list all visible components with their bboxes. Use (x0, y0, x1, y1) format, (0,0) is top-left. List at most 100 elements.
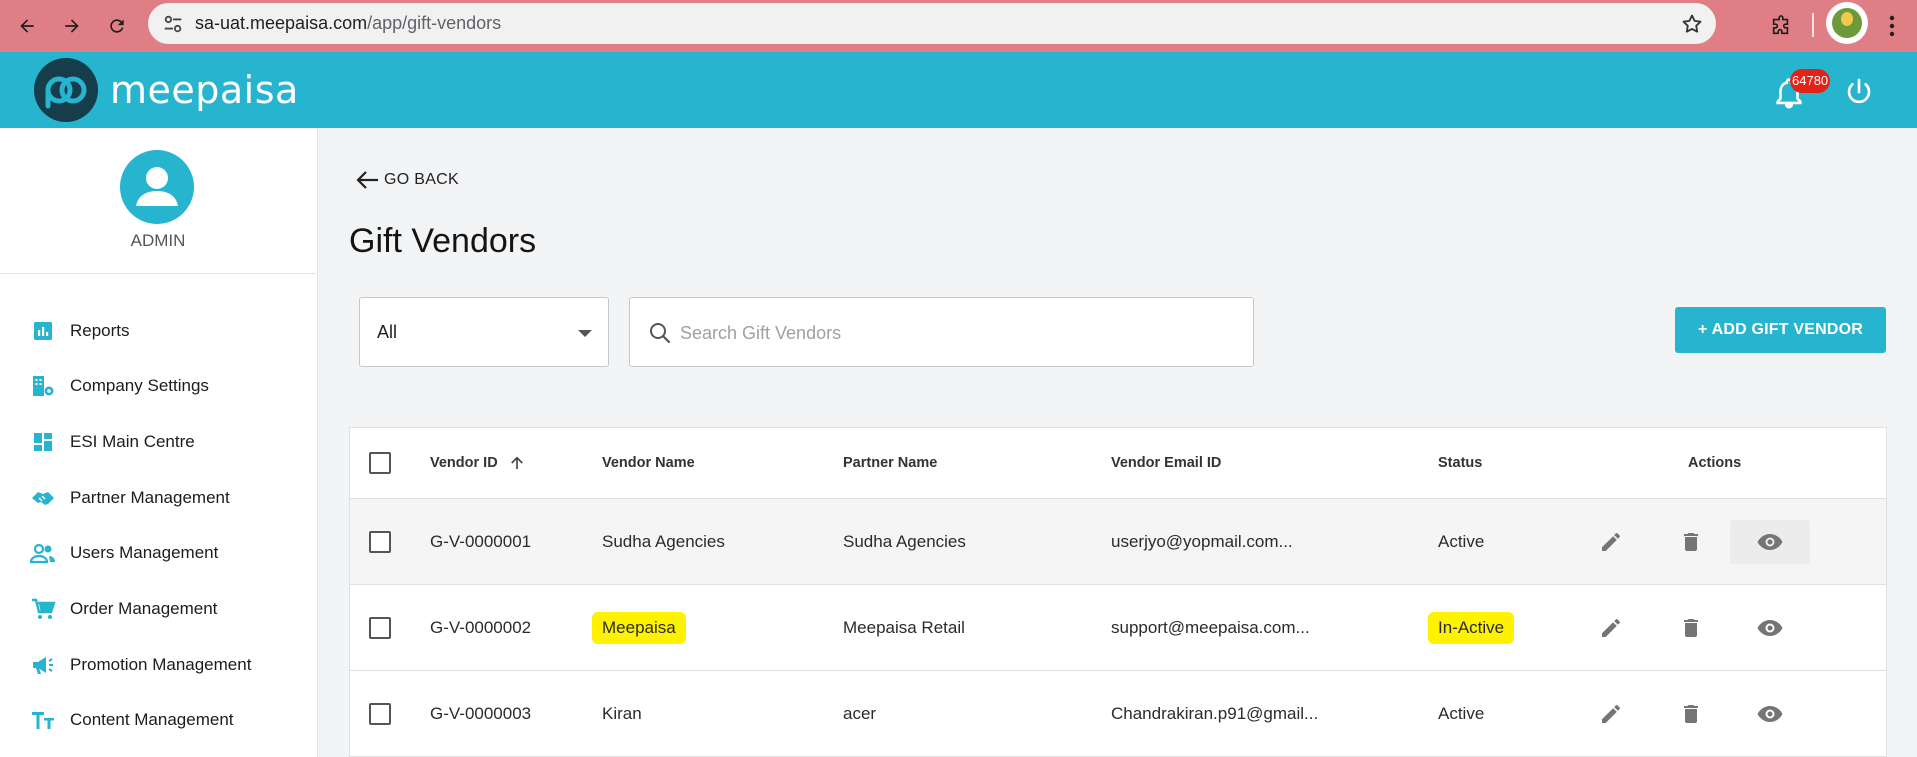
notification-badge[interactable]: 64780 (1790, 69, 1831, 93)
table-row[interactable]: G-V-0000003 Kiran acer Chandrakiran.p91@… (350, 671, 1886, 757)
table-row[interactable]: G-V-0000001 Sudha Agencies Sudha Agencie… (350, 499, 1886, 585)
sidebar-item-label: Promotion Management (70, 655, 252, 674)
power-icon[interactable] (1843, 76, 1875, 108)
url-path: /app/gift-vendors (367, 13, 502, 33)
address-bar[interactable]: sa-uat.meepaisa.com/app/gift-vendors (148, 3, 1716, 44)
view-eye-icon[interactable] (1730, 520, 1810, 564)
url-host: sa-uat.meepaisa.com (195, 13, 368, 33)
profile-picture (1832, 8, 1862, 38)
status-filter-select[interactable]: All (359, 297, 609, 367)
search-field[interactable] (629, 297, 1254, 367)
view-eye-icon[interactable] (1748, 692, 1792, 736)
row-checkbox[interactable] (369, 530, 391, 553)
column-header-status[interactable]: Status (1438, 428, 1482, 498)
sidebar-item-label: Company Settings (70, 376, 209, 395)
vendor-email-cell: userjyo@yopmail.com... (1111, 531, 1293, 551)
sidebar-item-label: Partner Management (70, 488, 230, 507)
app-header: meepaisa 64780 (0, 52, 1917, 128)
cart-icon (28, 594, 58, 624)
row-select-cell (369, 499, 391, 584)
sidebar-item-label: Users Management (70, 543, 219, 562)
delete-trash-icon[interactable] (1669, 606, 1713, 650)
column-label: Vendor ID (430, 455, 498, 471)
browser-menu-icon[interactable] (1880, 9, 1904, 43)
column-label: Vendor Name (602, 455, 695, 471)
sidebar: ADMIN Reports Company Settings ESI Main … (0, 128, 318, 757)
url-text: sa-uat.meepaisa.com/app/gift-vendors (195, 3, 501, 44)
dashboard-grid-icon (28, 427, 58, 457)
table-row[interactable]: G-V-0000002 Meepaisa Meepaisa Retail sup… (350, 585, 1886, 671)
bookmark-star-icon[interactable] (1680, 12, 1704, 36)
column-header-vendor-id[interactable]: Vendor ID (430, 428, 526, 498)
sidebar-item-label: Content Management (70, 710, 234, 729)
search-input[interactable] (680, 316, 1230, 350)
vendor-email-cell: Chandrakiran.p91@gmail... (1111, 703, 1319, 723)
sort-ascending-icon[interactable] (508, 454, 526, 472)
row-checkbox[interactable] (369, 702, 391, 725)
users-icon (28, 538, 58, 568)
status-cell: In-Active (1428, 585, 1515, 670)
row-select-cell (369, 671, 391, 756)
back-arrow-icon[interactable] (10, 9, 44, 43)
column-header-vendor-name[interactable]: Vendor Name (602, 428, 695, 498)
view-eye-icon[interactable] (1748, 606, 1792, 650)
vendors-table: Vendor ID Vendor Name Partner Name Vendo… (349, 427, 1887, 757)
go-back-button[interactable]: GO BACK (356, 170, 459, 190)
forward-arrow-icon[interactable] (55, 9, 89, 43)
sidebar-item-esi-main-centre[interactable]: ESI Main Centre (28, 426, 195, 458)
edit-pencil-icon[interactable] (1589, 520, 1633, 564)
sidebar-item-label: Order Management (70, 599, 218, 618)
partner-name-cell: Meepaisa Retail (843, 617, 965, 637)
vendor-id-cell: G-V-0000001 (430, 531, 532, 551)
highlighted-vendor-name: Meepaisa (592, 611, 686, 644)
vendor-id-cell: G-V-0000002 (430, 617, 532, 637)
highlighted-status: In-Active (1428, 611, 1515, 644)
chevron-down-icon (578, 330, 592, 337)
column-header-actions: Actions (1688, 428, 1741, 498)
sidebar-item-content-management[interactable]: Content Management (28, 704, 234, 736)
edit-pencil-icon[interactable] (1589, 606, 1633, 650)
toolbar-divider (1812, 13, 1814, 37)
sidebar-item-order-management[interactable]: Order Management (28, 593, 217, 625)
sidebar-item-reports[interactable]: Reports (28, 315, 130, 347)
user-role-label: ADMIN (130, 231, 186, 250)
partner-name-cell: Sudha Agencies (843, 531, 966, 551)
delete-trash-icon[interactable] (1669, 692, 1713, 736)
brand-name[interactable]: meepaisa (110, 68, 299, 112)
sidebar-item-partner-management[interactable]: Partner Management (28, 482, 230, 514)
sidebar-item-users-management[interactable]: Users Management (28, 537, 218, 569)
reload-icon[interactable] (100, 9, 134, 43)
sidebar-divider (0, 273, 316, 274)
brand-logo-icon[interactable] (34, 58, 98, 122)
status-filter-value: All (377, 322, 398, 342)
vendor-name-cell: Meepaisa (592, 585, 686, 670)
row-checkbox[interactable] (369, 616, 391, 639)
site-settings-icon[interactable] (162, 13, 184, 35)
arrow-left-icon (356, 171, 378, 189)
sidebar-item-promotion-management[interactable]: Promotion Management (28, 649, 251, 681)
status-cell: Active (1438, 703, 1485, 723)
user-avatar-icon[interactable] (120, 150, 194, 224)
extensions-puzzle-icon[interactable] (1764, 9, 1798, 43)
browser-toolbar: sa-uat.meepaisa.com/app/gift-vendors (0, 0, 1917, 52)
sidebar-item-label: ESI Main Centre (70, 432, 195, 451)
add-gift-vendor-button[interactable]: + ADD GIFT VENDOR (1675, 307, 1886, 353)
column-label: Vendor Email ID (1111, 455, 1222, 471)
column-header-partner-name[interactable]: Partner Name (843, 428, 937, 498)
column-header-vendor-email[interactable]: Vendor Email ID (1111, 428, 1221, 498)
select-all-checkbox[interactable] (369, 452, 391, 474)
sidebar-item-label: Reports (70, 321, 130, 340)
text-format-icon (28, 705, 58, 735)
building-settings-icon (28, 371, 58, 401)
bar-chart-icon (28, 316, 58, 346)
column-label: Partner Name (843, 455, 938, 471)
row-select-cell (369, 585, 391, 670)
sidebar-item-company-settings[interactable]: Company Settings (28, 370, 209, 402)
edit-pencil-icon[interactable] (1589, 692, 1633, 736)
profile-avatar[interactable] (1826, 2, 1868, 44)
delete-trash-icon[interactable] (1669, 520, 1713, 564)
vendor-email-cell: support@meepaisa.com... (1111, 617, 1310, 637)
select-all-cell (369, 428, 391, 498)
vendor-name-cell: Kiran (602, 703, 642, 723)
status-cell: Active (1438, 531, 1485, 551)
